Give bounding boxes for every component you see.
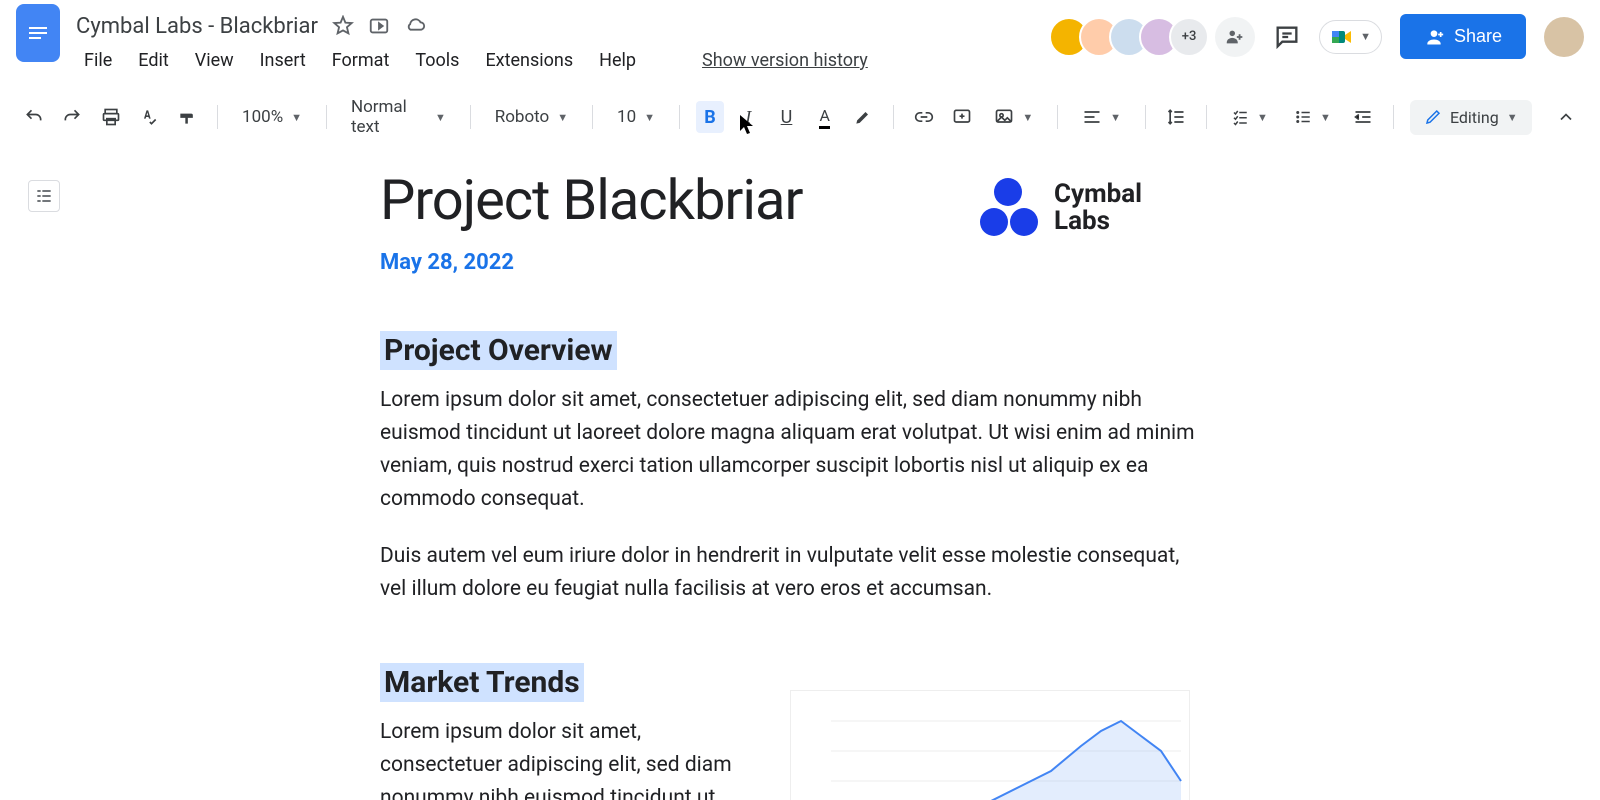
spellcheck-button[interactable] (135, 101, 163, 133)
editing-mode-button[interactable]: Editing ▼ (1410, 100, 1532, 135)
version-history-link[interactable]: Show version history (690, 46, 880, 75)
comments-icon[interactable] (1273, 23, 1301, 51)
menu-view[interactable]: View (183, 46, 246, 75)
paragraph-style-select[interactable]: Normal text▼ (343, 97, 454, 137)
cloud-status-icon[interactable] (404, 15, 426, 37)
bulleted-list-button[interactable]: ▼ (1286, 108, 1339, 126)
bold-button[interactable]: B (696, 101, 724, 133)
decrease-indent-button[interactable] (1349, 101, 1377, 133)
docs-app-icon[interactable] (16, 4, 60, 62)
share-button-label: Share (1454, 26, 1502, 47)
line-spacing-button[interactable] (1162, 101, 1190, 133)
menu-extensions[interactable]: Extensions (473, 46, 585, 75)
document-outline-button[interactable] (28, 180, 60, 212)
doc-paragraph[interactable]: Duis autem vel eum iriure dolor in hendr… (380, 540, 1200, 606)
document-title[interactable]: Cymbal Labs - Blackbriar (76, 14, 318, 39)
italic-button[interactable]: I (734, 101, 762, 133)
account-avatar[interactable] (1544, 17, 1584, 57)
menu-tools[interactable]: Tools (403, 46, 471, 75)
add-comment-button[interactable] (948, 101, 976, 133)
print-button[interactable] (96, 101, 124, 133)
collapse-toolbar-button[interactable] (1552, 101, 1580, 133)
doc-date[interactable]: May 28, 2022 (380, 250, 1200, 275)
text-color-button[interactable]: A (811, 101, 839, 133)
insert-link-button[interactable] (910, 101, 938, 133)
undo-button[interactable] (20, 101, 48, 133)
avatar-overflow[interactable]: +3 (1169, 17, 1209, 57)
share-button[interactable]: Share (1400, 14, 1526, 59)
chevron-down-icon: ▼ (1360, 30, 1371, 43)
star-icon[interactable] (332, 15, 354, 37)
move-icon[interactable] (368, 15, 390, 37)
menu-format[interactable]: Format (320, 46, 402, 75)
doc-paragraph[interactable]: Lorem ipsum dolor sit amet, consectetuer… (380, 384, 1200, 517)
doc-paragraph[interactable]: Lorem ipsum dolor sit amet, consectetuer… (380, 716, 760, 800)
menu-help[interactable]: Help (587, 46, 648, 75)
doc-heading-market[interactable]: Market Trends (380, 663, 584, 702)
doc-heading-title[interactable]: Project Blackbriar (380, 170, 1200, 232)
collaborator-avatars[interactable]: +3 (1059, 17, 1255, 57)
paint-format-button[interactable] (173, 101, 201, 133)
embedded-chart[interactable] (790, 690, 1190, 800)
menu-edit[interactable]: Edit (126, 46, 180, 75)
zoom-select[interactable]: 100%▼ (234, 107, 310, 127)
insert-image-button[interactable]: ▼ (986, 107, 1041, 127)
menu-file[interactable]: File (72, 46, 124, 75)
redo-button[interactable] (58, 101, 86, 133)
doc-heading-overview[interactable]: Project Overview (380, 331, 617, 370)
font-size-select[interactable]: 10▼ (609, 107, 663, 127)
format-toolbar: 100%▼ Normal text▼ Roboto▼ 10▼ B I U A ▼… (0, 87, 1600, 148)
checklist-button[interactable]: ▼ (1223, 108, 1276, 126)
menu-insert[interactable]: Insert (248, 46, 318, 75)
align-button[interactable]: ▼ (1074, 107, 1129, 127)
font-family-select[interactable]: Roboto▼ (487, 107, 576, 127)
meet-button[interactable]: ▼ (1319, 20, 1382, 54)
anonymous-user-icon[interactable] (1215, 17, 1255, 57)
highlight-color-button[interactable] (849, 101, 877, 133)
underline-button[interactable]: U (772, 101, 800, 133)
